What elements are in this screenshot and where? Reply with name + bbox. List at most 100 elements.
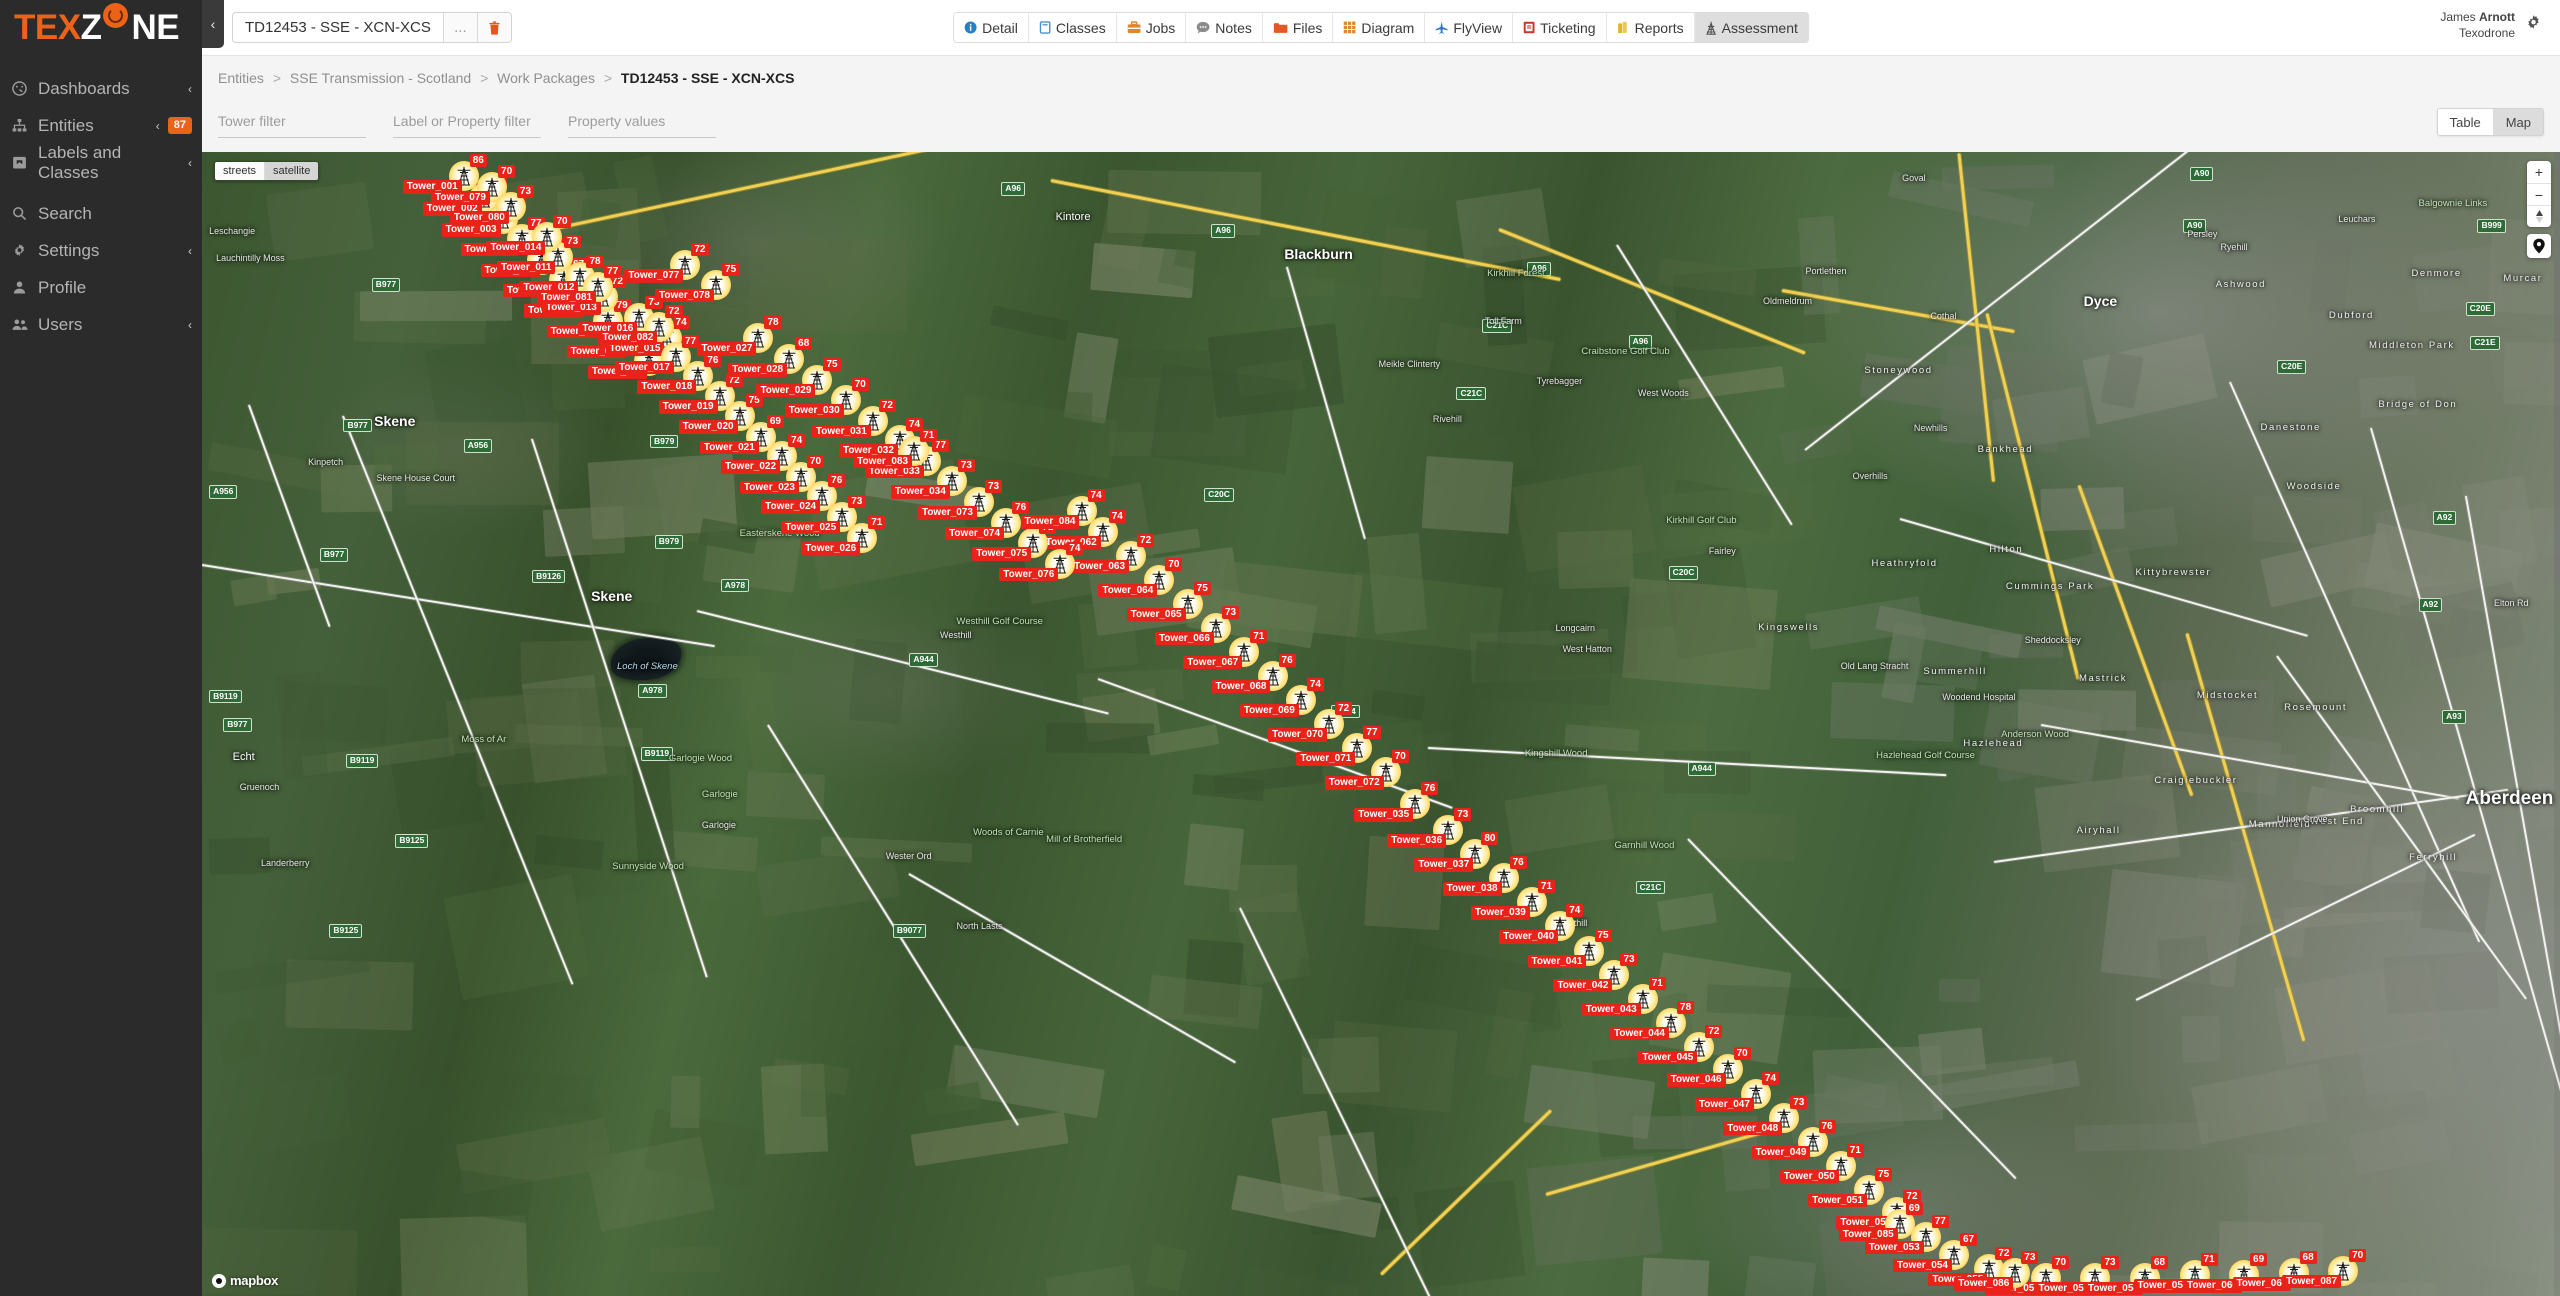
tower-marker[interactable]: 76 Tower_038 bbox=[1442, 856, 1527, 896]
tower-marker[interactable]: 71 Tower_026 bbox=[801, 515, 886, 556]
sidebar-item-entities[interactable]: Entities ‹ 87 bbox=[0, 107, 202, 144]
tower-marker[interactable]: 72 Tower_070 bbox=[1268, 702, 1353, 742]
tower-marker[interactable]: 74 Tower_084 bbox=[1020, 489, 1105, 529]
tower-marker[interactable]: 74 Tower_047 bbox=[1694, 1071, 1780, 1111]
tower-marker[interactable]: 76 Tower_049 bbox=[1751, 1119, 1836, 1160]
user-menu[interactable]: James Arnott Texodrone bbox=[2440, 9, 2542, 41]
tower-marker[interactable]: 75 Tower_051 bbox=[1808, 1167, 1893, 1208]
tower-marker[interactable]: 77 Tower_053 bbox=[1864, 1214, 1949, 1254]
sidebar-item-search[interactable]: Search bbox=[0, 195, 202, 232]
app-logo[interactable]: TEX Z NE bbox=[0, 0, 202, 56]
assessment-map[interactable]: A96A96A96A96A90A90A92A92A93A944A944A944B… bbox=[202, 152, 2560, 1296]
tower-marker[interactable]: 75 Tower_065 bbox=[1126, 581, 1211, 622]
trash-icon[interactable] bbox=[476, 13, 511, 42]
sidebar-collapse-button[interactable]: ‹ bbox=[202, 0, 224, 48]
tower-marker[interactable]: 73 Tower_073 bbox=[917, 480, 1003, 520]
sidebar-item-profile[interactable]: Profile bbox=[0, 269, 202, 306]
tab-reports[interactable]: Reports bbox=[1606, 13, 1695, 42]
scrollbar-thumb[interactable] bbox=[2554, 152, 2560, 582]
tower-marker[interactable]: 71 Tower_083 bbox=[853, 428, 938, 469]
tower-marker[interactable]: 71Tower_075 bbox=[972, 521, 1057, 561]
breadcrumb-item-work-packages[interactable]: Work Packages bbox=[497, 70, 595, 86]
field-patch bbox=[533, 834, 604, 871]
breadcrumb-item-sse-transmission[interactable]: SSE Transmission - Scotland bbox=[290, 70, 471, 86]
tower-marker[interactable]: 73 Tower_036 bbox=[1387, 808, 1472, 848]
gear-icon[interactable] bbox=[2525, 14, 2542, 36]
view-mode-table[interactable]: Table bbox=[2437, 109, 2493, 135]
tower-marker[interactable]: 76 Tower_074 bbox=[945, 500, 1030, 541]
zoom-in-button[interactable]: + bbox=[2527, 161, 2551, 183]
tower-marker[interactable]: 72 Tower_082 bbox=[598, 305, 683, 345]
basemap-streets-button[interactable]: streets bbox=[215, 162, 265, 180]
tower-marker[interactable]: 73 Tower_086 bbox=[1954, 1251, 2039, 1291]
geolocate-button[interactable] bbox=[2527, 234, 2551, 258]
tower-marker[interactable]: 72 Tower_063 bbox=[1070, 533, 1155, 574]
tower-marker[interactable]: 71 Tower_050 bbox=[1779, 1143, 1864, 1184]
tower-marker[interactable]: 72 Tower_045 bbox=[1638, 1024, 1723, 1065]
tower-name-label: Tower_082 bbox=[598, 331, 658, 345]
tower-marker[interactable]: 67 Tower_054 bbox=[1892, 1232, 1978, 1273]
field-patch bbox=[275, 672, 328, 780]
tower-marker[interactable]: 70 Tower_030 bbox=[784, 378, 869, 418]
tower-marker[interactable]: 73 Tower_080 bbox=[449, 184, 535, 225]
tower-marker[interactable]: 72 Tower_077 bbox=[624, 243, 709, 283]
sidebar-item-labels-and-classes[interactable]: Labels and Classes ‹ bbox=[0, 143, 202, 182]
tower-marker[interactable]: 76 Tower_068 bbox=[1211, 653, 1296, 694]
zoom-out-button[interactable]: − bbox=[2527, 183, 2551, 205]
tower-marker[interactable]: 75 Tower_078 bbox=[655, 262, 740, 303]
tab-flyview[interactable]: FlyView bbox=[1425, 13, 1514, 42]
view-mode-map[interactable]: Map bbox=[2492, 109, 2543, 135]
compass-icon[interactable] bbox=[2527, 205, 2551, 227]
tower-marker[interactable]: 76 Tower_035 bbox=[1354, 782, 1439, 822]
tower-marker[interactable]: 71 Tower_067 bbox=[1183, 629, 1268, 670]
tower-marker[interactable]: 73 Tower_034 bbox=[890, 459, 975, 499]
tower-marker[interactable]: 70 Tower_064 bbox=[1098, 557, 1183, 598]
tab-notes[interactable]: Notes bbox=[1186, 13, 1263, 42]
sidebar-item-label: Settings bbox=[38, 240, 100, 260]
basemap-satellite-button[interactable]: satellite bbox=[264, 162, 319, 180]
tower-marker[interactable]: 69 Tower_085 bbox=[1838, 1201, 1923, 1242]
more-options-button[interactable]: ... bbox=[442, 13, 477, 42]
tower-marker[interactable]: 77 Tower_071 bbox=[1296, 726, 1381, 766]
field-patch bbox=[1107, 169, 1262, 235]
tower-marker[interactable]: 73 Tower_042 bbox=[1553, 952, 1638, 993]
tower-marker[interactable]: 74 Tower_040 bbox=[1499, 904, 1584, 944]
sidebar-item-users[interactable]: Users ‹ bbox=[0, 306, 202, 343]
tower-marker[interactable]: 71 Tower_039 bbox=[1470, 880, 1556, 920]
tower-marker[interactable]: 71 Tower_043 bbox=[1581, 976, 1666, 1017]
tab-ticketing[interactable]: Ticketing bbox=[1513, 13, 1607, 42]
tab-files[interactable]: Files bbox=[1262, 13, 1334, 42]
mapbox-attribution[interactable]: mapbox bbox=[212, 1273, 278, 1288]
tab-diagram[interactable]: Diagram bbox=[1333, 13, 1426, 42]
work-package-title[interactable]: TD12453 - SSE - XCN-XCS bbox=[233, 13, 443, 42]
tower-marker[interactable]: 74 Tower_076 bbox=[999, 541, 1084, 582]
breadcrumb-item-entities[interactable]: Entities bbox=[218, 70, 264, 86]
tab-jobs[interactable]: Jobs bbox=[1116, 13, 1187, 42]
tower-marker[interactable]: 70 Tower_072 bbox=[1324, 750, 1409, 790]
field-patch bbox=[1778, 421, 1853, 465]
tower-marker[interactable]: 70 Tower_046 bbox=[1666, 1047, 1751, 1087]
tower-marker[interactable]: 78 Tower_044 bbox=[1610, 1000, 1695, 1041]
tower-marker[interactable]: 77 Tower_081 bbox=[537, 264, 622, 305]
tower-marker[interactable]: 73 Tower_048 bbox=[1723, 1095, 1808, 1136]
sidebar-item-dashboards[interactable]: Dashboards ‹ bbox=[0, 70, 202, 107]
tower-filter-input[interactable] bbox=[218, 104, 366, 138]
map-canvas[interactable]: A96A96A96A96A90A90A92A92A93A944A944A944B… bbox=[202, 152, 2560, 1296]
label-or-property-filter-input[interactable] bbox=[393, 104, 541, 138]
tab-detail[interactable]: Detail bbox=[954, 13, 1029, 42]
page-scrollbar[interactable] bbox=[2554, 152, 2560, 1296]
tab-classes[interactable]: Classes bbox=[1028, 13, 1117, 42]
road-shield: C21C bbox=[1482, 319, 1513, 333]
tower-marker[interactable]: 78 Tower_027 bbox=[697, 316, 782, 356]
tower-marker[interactable]: 70 Tower_014 bbox=[486, 215, 571, 255]
tower-marker[interactable]: 73 Tower_066 bbox=[1154, 605, 1240, 646]
sidebar-item-settings[interactable]: Settings ‹ bbox=[0, 232, 202, 269]
property-values-input[interactable] bbox=[568, 104, 716, 138]
tower-marker[interactable]: 68 Tower_028 bbox=[728, 337, 813, 377]
tower-marker[interactable]: 72 Tower_031 bbox=[811, 398, 896, 439]
tower-marker[interactable]: 74 Tower_069 bbox=[1239, 677, 1324, 718]
tower-marker[interactable]: 75 Tower_029 bbox=[756, 357, 841, 398]
tower-marker[interactable]: 80 Tower_037 bbox=[1414, 832, 1499, 872]
tower-marker[interactable]: 70 Tower_087 bbox=[2282, 1248, 2367, 1289]
tab-assessment[interactable]: Assessment bbox=[1694, 13, 1808, 42]
